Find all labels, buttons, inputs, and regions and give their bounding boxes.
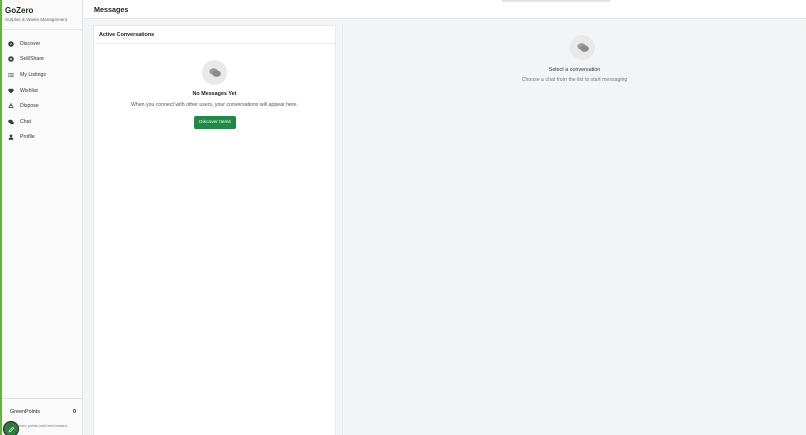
sidebar-item-chat[interactable]: Chat bbox=[2, 114, 83, 130]
conversations-panel: Active Conversations No Messages Yet Whe… bbox=[93, 25, 336, 435]
sidebar-item-label: Wishlist bbox=[20, 87, 38, 94]
empty-state-title: No Messages Yet bbox=[192, 91, 237, 97]
discover-items-button[interactable]: Discover Items bbox=[194, 116, 236, 129]
pencil-icon bbox=[8, 426, 14, 432]
sidebar-item-label: Dispose bbox=[20, 103, 39, 110]
sidebar-item-my-listings[interactable]: My Listings bbox=[2, 67, 83, 83]
conversations-title: Active Conversations bbox=[99, 31, 155, 38]
page-title: Messages bbox=[94, 5, 129, 14]
greenpoints-label: GreenPoints bbox=[10, 409, 40, 415]
list-icon bbox=[8, 72, 14, 78]
sidebar-item-sell-share[interactable]: Sell/Share bbox=[2, 52, 83, 68]
empty-state-text: When you connect with other users, your … bbox=[131, 102, 298, 108]
sidebar-item-label: My Listings bbox=[20, 71, 46, 78]
chat-icon bbox=[8, 119, 14, 125]
select-conversation-text: Choose a chat from the list to start mes… bbox=[521, 77, 628, 83]
conversations-header: Active Conversations bbox=[94, 26, 335, 44]
top-tab-indicator bbox=[502, 0, 610, 2]
greenpoints-summary: GreenPoints 0 bbox=[10, 409, 76, 415]
sidebar-item-discover[interactable]: Discover bbox=[2, 36, 83, 52]
tag-icon bbox=[8, 56, 14, 63]
sidebar-item-label: Discover bbox=[20, 40, 41, 47]
user-icon bbox=[8, 134, 14, 141]
top-bar: Messages bbox=[84, 0, 806, 19]
heart-icon bbox=[8, 88, 14, 94]
brand-divider bbox=[2, 29, 83, 30]
compass-icon bbox=[8, 41, 14, 47]
sidebar-item-label: Sell/Share bbox=[20, 56, 44, 63]
brand: GoZero Surplus & Waste Management bbox=[5, 6, 67, 23]
sidebar-item-wishlist[interactable]: Wishlist bbox=[2, 83, 83, 99]
app-subtitle: Surplus & Waste Management bbox=[5, 17, 68, 22]
app-title: GoZero bbox=[5, 6, 34, 15]
select-conversation-title: Select a conversation bbox=[548, 67, 601, 73]
greenpoints-value: 0 bbox=[73, 409, 76, 415]
recycle-icon bbox=[8, 103, 14, 109]
sidebar-nav: Discover Sell/Share My Listings Wishlist… bbox=[2, 36, 83, 145]
chat-bubbles-icon bbox=[570, 35, 595, 60]
sidebar-item-dispose[interactable]: Dispose bbox=[2, 98, 83, 114]
conversation-detail-panel: Select a conversation Choose a chat from… bbox=[342, 25, 806, 435]
sidebar-item-label: Chat bbox=[20, 118, 31, 125]
sidebar-item-profile[interactable]: Profile bbox=[2, 130, 83, 146]
chat-bubbles-icon bbox=[202, 60, 227, 85]
sidebar-item-label: Profile bbox=[20, 134, 35, 141]
sidebar: GoZero Surplus & Waste Management Discov… bbox=[2, 0, 83, 435]
greenpoints-note: more points until next reward bbox=[18, 424, 67, 428]
greenpoints-divider bbox=[2, 398, 83, 399]
edit-fab-button[interactable] bbox=[3, 421, 19, 435]
